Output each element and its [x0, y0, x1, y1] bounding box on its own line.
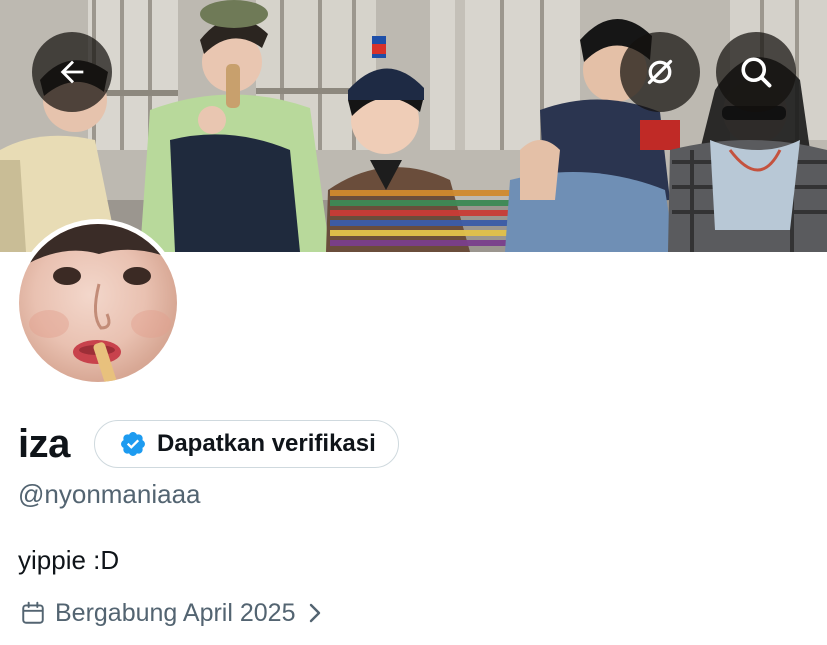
back-button[interactable]	[32, 32, 112, 112]
profile-avatar[interactable]	[14, 219, 182, 387]
search-icon	[741, 57, 772, 88]
arrow-left-icon	[60, 60, 84, 84]
link-button[interactable]	[620, 32, 700, 112]
profile-banner[interactable]	[0, 0, 827, 252]
user-handle: @nyonmaniaaa	[18, 479, 201, 509]
profile-bio: yippie :D	[18, 545, 120, 575]
calendar-icon	[22, 601, 44, 624]
chevron-right-icon	[310, 603, 321, 623]
link-off-icon	[647, 59, 673, 85]
get-verified-button[interactable]: Dapatkan verifikasi	[94, 420, 399, 468]
search-button[interactable]	[716, 32, 796, 112]
profile-page: iza Dapatkan verifikasi @nyonmaniaaa yip…	[0, 0, 827, 645]
joined-date-text: Bergabung April 2025	[55, 598, 296, 627]
avatar-photo	[19, 224, 177, 382]
display-name: iza	[18, 422, 70, 466]
name-row: iza	[18, 419, 70, 469]
banner-photo	[0, 0, 827, 252]
verified-badge-icon	[121, 432, 145, 456]
joined-date-link[interactable]: Bergabung April 2025	[20, 596, 325, 630]
get-verified-label: Dapatkan verifikasi	[157, 430, 376, 457]
